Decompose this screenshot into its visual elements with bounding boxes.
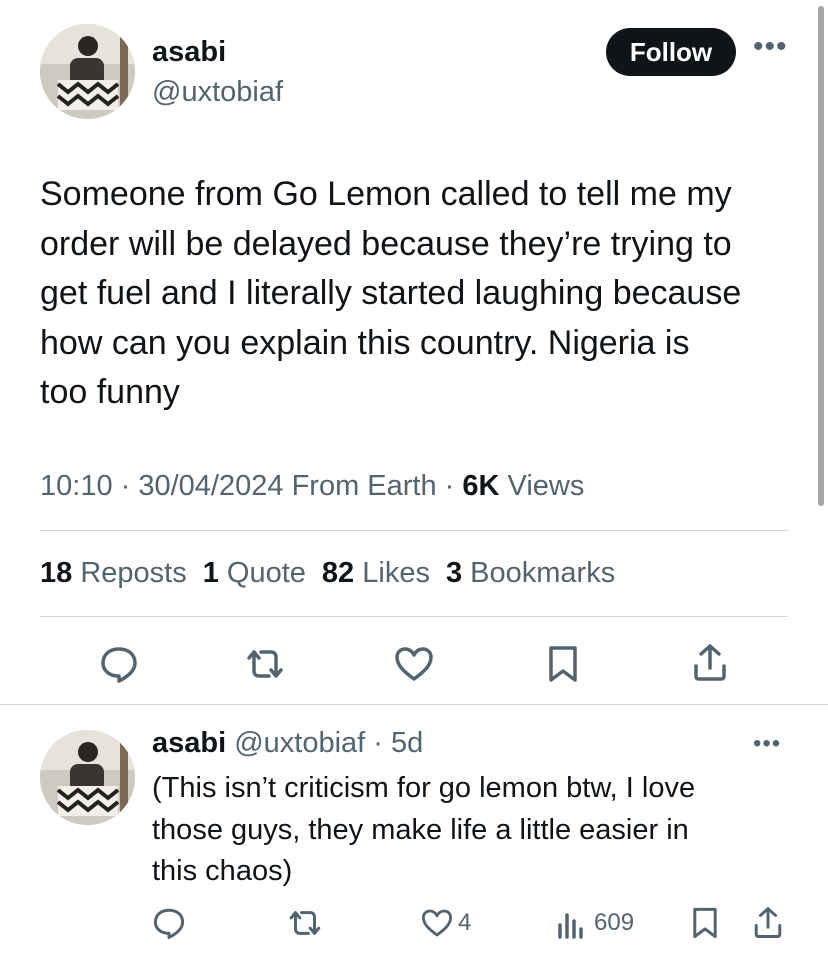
tweet-text: Someone from Go Lemon called to tell me … xyxy=(40,175,742,411)
views-count: 6K xyxy=(462,470,500,502)
tweet-time[interactable]: 10:10 xyxy=(40,470,113,502)
divider xyxy=(40,616,788,617)
reply-text: (This isn’t criticism for go lemon btw, … xyxy=(152,772,696,887)
reply-reply-icon[interactable] xyxy=(152,906,186,945)
more-icon[interactable]: ••• xyxy=(753,32,788,62)
author-name[interactable]: asabi xyxy=(152,36,226,69)
quotes-stat[interactable]: 1 Quote xyxy=(203,557,306,590)
reply-author-name[interactable]: asabi xyxy=(152,727,226,759)
divider xyxy=(40,530,788,531)
tweet-source: From Earth xyxy=(291,470,437,502)
reply-header: asabi @uxtobiaf · 5d xyxy=(152,727,424,759)
author-handle[interactable]: @uxtobiaf xyxy=(152,76,283,109)
scrollbar[interactable] xyxy=(818,6,824,506)
reply-repost-icon[interactable] xyxy=(286,906,324,945)
reply-author-handle[interactable]: @uxtobiaf xyxy=(234,727,365,759)
follow-button[interactable]: Follow xyxy=(606,28,736,76)
share-icon[interactable] xyxy=(691,642,729,689)
bookmarks-stat[interactable]: 3 Bookmarks xyxy=(446,557,615,590)
likes-stat[interactable]: 82 Likes xyxy=(322,557,430,590)
reply-like-count: 4 xyxy=(458,909,472,936)
reply-bookmark-icon[interactable] xyxy=(690,906,720,945)
bookmark-icon[interactable] xyxy=(546,644,580,689)
section-divider xyxy=(0,704,828,705)
avatar[interactable] xyxy=(40,24,135,119)
reposts-stat[interactable]: 18 Reposts xyxy=(40,557,187,590)
reply-age[interactable]: 5d xyxy=(391,727,423,759)
tweet-date[interactable]: 30/04/2024 xyxy=(138,470,283,502)
reply-views-count: 609 xyxy=(594,909,635,936)
views-label: Views xyxy=(507,470,585,502)
reply-share-icon[interactable] xyxy=(752,905,784,946)
tweet-meta: 10:10 · 30/04/2024 From Earth · 6K Views xyxy=(40,470,585,502)
reply-avatar[interactable] xyxy=(40,730,135,825)
reply-like-icon[interactable]: 4 xyxy=(420,907,471,939)
repost-icon[interactable] xyxy=(243,645,287,688)
tweet-stats: 18 Reposts 1 Quote 82 Likes 3 Bookmarks xyxy=(40,557,615,590)
views-icon[interactable]: 609 xyxy=(556,907,634,939)
reply-icon[interactable] xyxy=(99,645,139,688)
like-icon[interactable] xyxy=(393,644,435,689)
reply-more-icon[interactable]: ••• xyxy=(753,732,781,756)
